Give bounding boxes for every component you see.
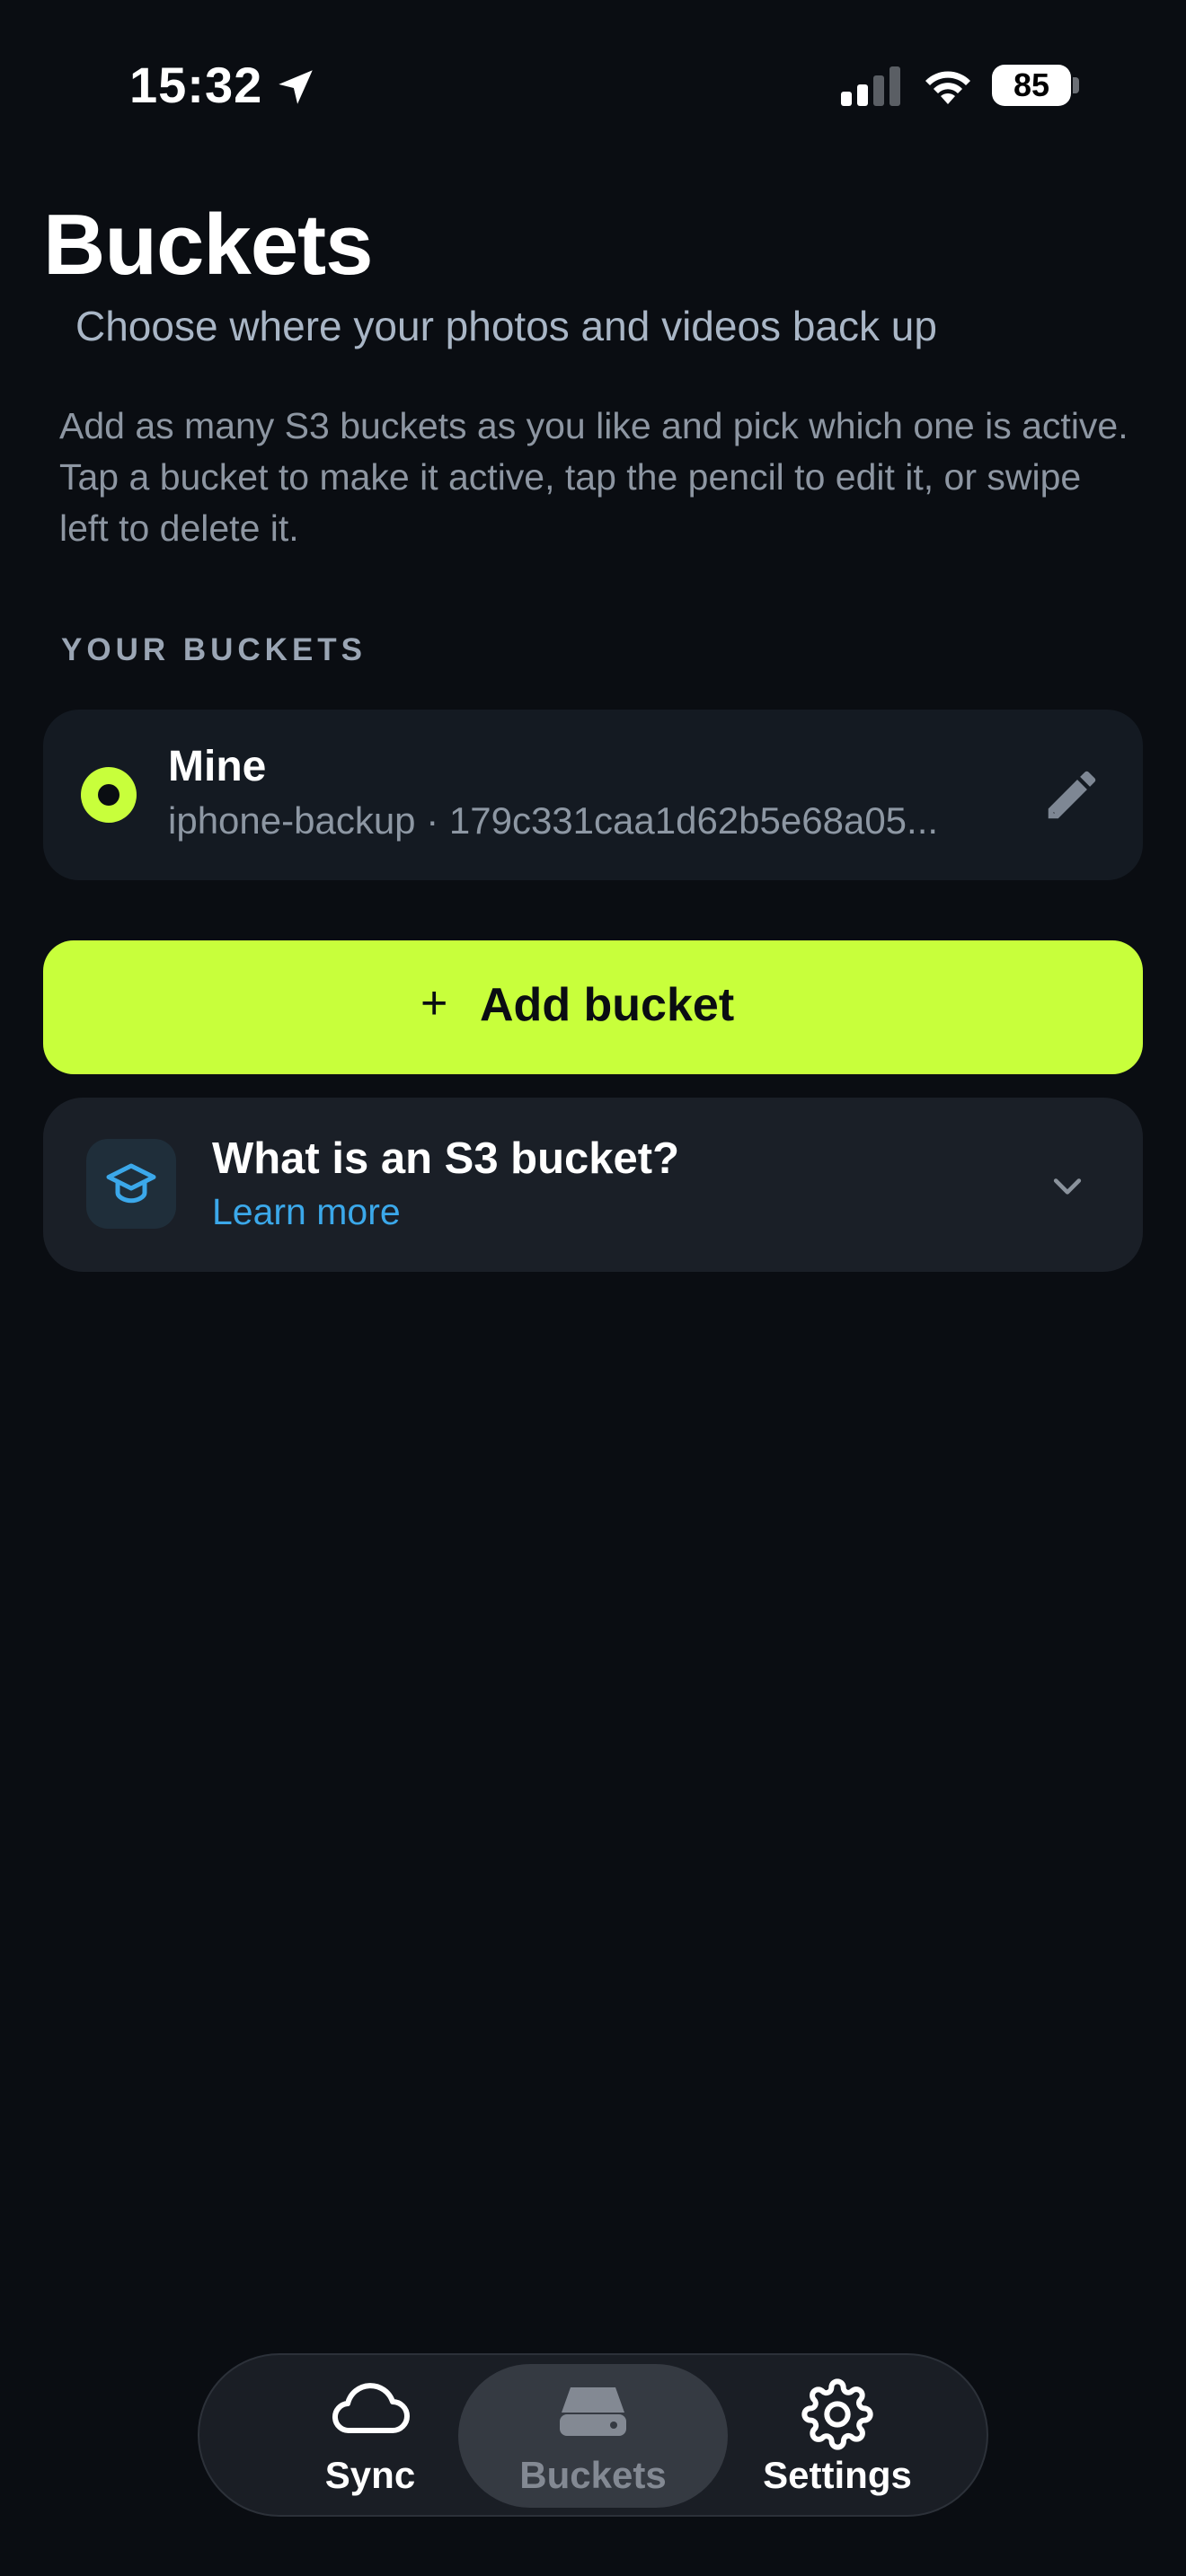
location-arrow-icon xyxy=(279,70,313,104)
page-description: Add as many S3 buckets as you like and p… xyxy=(59,405,1128,549)
cloud-icon xyxy=(332,2383,410,2434)
battery-level: 85 xyxy=(992,65,1071,106)
tab-bar: Sync Buckets Settings xyxy=(198,2353,988,2517)
wifi-icon xyxy=(925,71,970,104)
add-bucket-label: Add bucket xyxy=(480,979,735,1031)
tab-settings[interactable]: Settings xyxy=(730,2364,945,2508)
info-card-title: What is an S3 bucket? xyxy=(212,1134,680,1183)
s3-info-card[interactable]: What is an S3 bucket? Learn more xyxy=(43,1098,1143,1272)
tab-buckets-label: Buckets xyxy=(519,2454,667,2496)
page-subtitle: Choose where your photos and videos back… xyxy=(75,303,937,349)
bucket-name: Mine xyxy=(168,743,267,790)
learn-more-link[interactable]: Learn more xyxy=(212,1191,401,1233)
section-header-your-buckets: YOUR BUCKETS xyxy=(61,632,367,667)
status-bar: 15:32 85 xyxy=(0,0,1186,171)
tab-settings-label: Settings xyxy=(763,2454,912,2496)
chevron-down-icon[interactable] xyxy=(1048,1166,1087,1205)
bucket-item-mine[interactable]: Mine iphone-backup · 179c331caa1d62b5e68… xyxy=(43,710,1143,880)
pencil-edit-icon[interactable] xyxy=(1040,763,1103,826)
tab-buckets[interactable]: Buckets xyxy=(458,2364,728,2508)
active-radio-icon[interactable] xyxy=(81,767,137,823)
tab-sync-label: Sync xyxy=(324,2454,416,2496)
battery-icon: 85 xyxy=(992,65,1080,108)
tab-sync[interactable]: Sync xyxy=(262,2364,478,2508)
graduation-cap-icon xyxy=(86,1139,176,1229)
page-title: Buckets xyxy=(43,197,373,293)
drive-icon xyxy=(560,2387,626,2436)
status-time: 15:32 xyxy=(129,57,263,113)
add-bucket-button[interactable]: + Add bucket xyxy=(43,940,1143,1074)
plus-icon: + xyxy=(420,977,448,1029)
gear-icon xyxy=(801,2378,873,2450)
cellular-signal-icon xyxy=(841,66,900,106)
bucket-detail: iphone-backup · 179c331caa1d62b5e68a05..… xyxy=(168,799,939,842)
